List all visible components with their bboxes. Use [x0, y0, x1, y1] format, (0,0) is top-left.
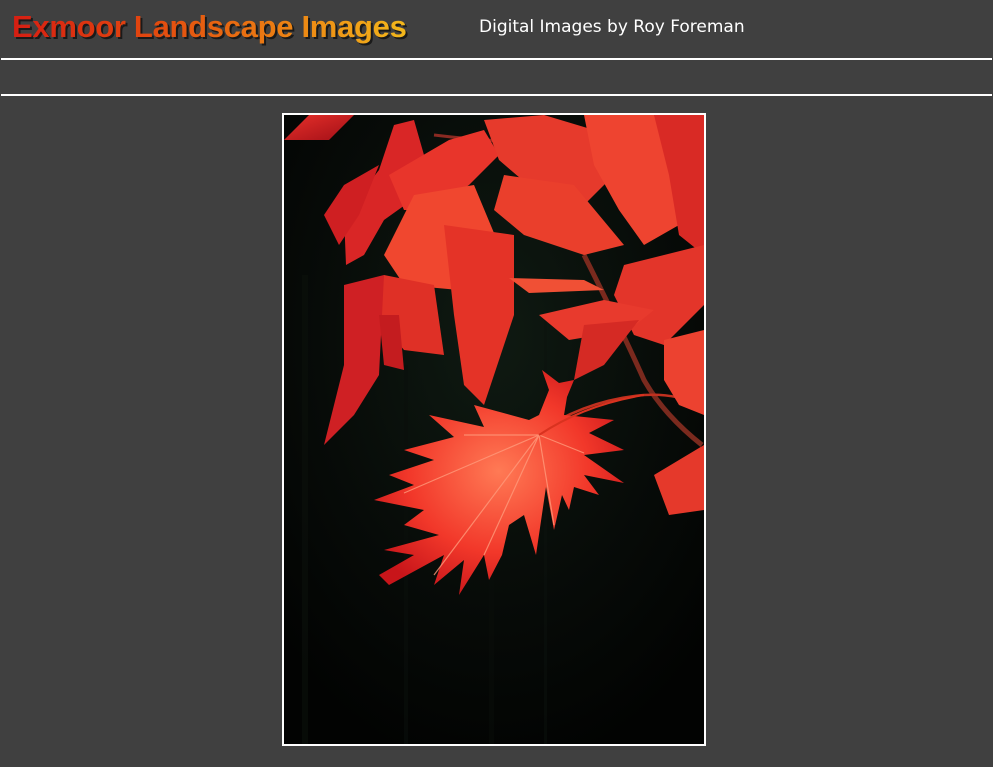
- page: Exmoor Landscape Images Digital Images b…: [1, 1, 992, 766]
- nav-divider: [1, 94, 992, 96]
- main-photo[interactable]: [282, 113, 706, 746]
- maple-leaves-photo: [284, 115, 704, 744]
- nav-bar: [1, 60, 992, 94]
- site-header: Exmoor Landscape Images Digital Images b…: [1, 1, 992, 58]
- site-tagline: Digital Images by Roy Foreman: [479, 17, 745, 37]
- site-logo[interactable]: Exmoor Landscape Images: [12, 8, 407, 46]
